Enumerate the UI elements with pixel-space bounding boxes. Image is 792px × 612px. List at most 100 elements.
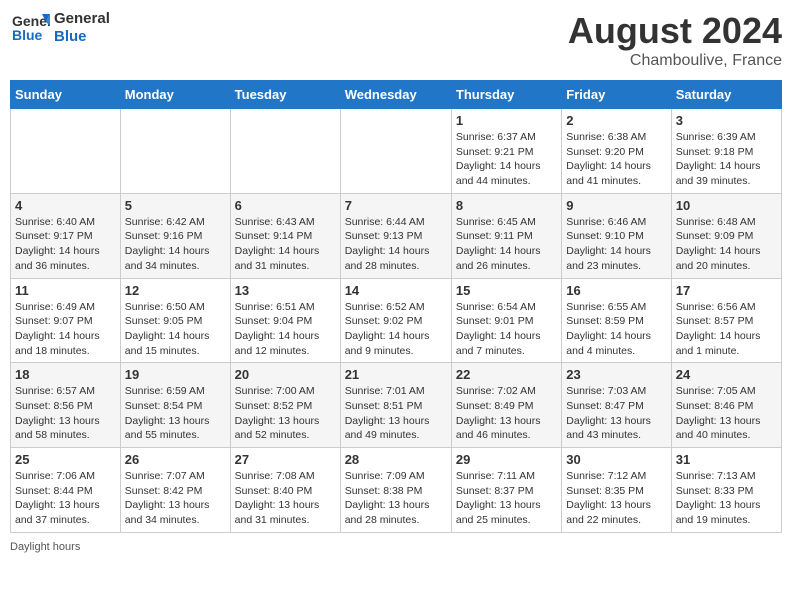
calendar-cell: 29 Sunrise: 7:11 AM Sunset: 8:37 PM Dayli… xyxy=(451,448,561,533)
day-info: Sunrise: 6:37 AM Sunset: 9:21 PM Dayligh… xyxy=(456,130,557,189)
week-row-0: 1 Sunrise: 6:37 AM Sunset: 9:21 PM Daylig… xyxy=(11,109,782,194)
day-number: 31 xyxy=(676,452,777,467)
day-info: Sunrise: 7:03 AM Sunset: 8:47 PM Dayligh… xyxy=(566,384,666,443)
calendar-cell: 24Sunrise: 7:05 AM Sunset: 8:46 PM Dayli… xyxy=(671,363,781,448)
logo-icon: General Blue xyxy=(10,10,50,46)
calendar-cell xyxy=(11,109,121,194)
day-info: Sunrise: 7:13 AM Sunset: 8:33 PM Dayligh… xyxy=(676,469,777,528)
calendar-cell xyxy=(230,109,340,194)
calendar-cell: 10 Sunrise: 6:48 AM Sunset: 9:09 PM Dayli… xyxy=(671,193,781,278)
day-info: Sunrise: 7:01 AM Sunset: 8:51 PM Dayligh… xyxy=(345,384,447,443)
day-info: Sunrise: 6:57 AM Sunset: 8:56 PM Dayligh… xyxy=(15,384,116,443)
header-wednesday: Wednesday xyxy=(340,81,451,109)
day-number: 9 xyxy=(566,198,666,213)
day-number: 30 xyxy=(566,452,666,467)
day-number: 3 xyxy=(676,113,777,128)
day-number: 1 xyxy=(456,113,557,128)
header-friday: Friday xyxy=(562,81,671,109)
day-number: 19 xyxy=(125,367,226,382)
calendar-header-row: SundayMondayTuesdayWednesdayThursdayFrid… xyxy=(11,81,782,109)
day-number: 11 xyxy=(15,283,116,298)
calendar-cell xyxy=(340,109,451,194)
calendar-cell: 27Sunrise: 7:08 AM Sunset: 8:40 PM Dayli… xyxy=(230,448,340,533)
week-row-4: 25 Sunrise: 7:06 AM Sunset: 8:44 PM Dayli… xyxy=(11,448,782,533)
header-monday: Monday xyxy=(120,81,230,109)
day-number: 7 xyxy=(345,198,447,213)
day-number: 18 xyxy=(15,367,116,382)
day-number: 27 xyxy=(235,452,336,467)
day-info: Sunrise: 6:54 AM Sunset: 9:01 PM Dayligh… xyxy=(456,300,557,359)
calendar-cell: 1 Sunrise: 6:37 AM Sunset: 9:21 PM Daylig… xyxy=(451,109,561,194)
calendar-cell: 11 Sunrise: 6:49 AM Sunset: 9:07 PM Dayli… xyxy=(11,278,121,363)
day-info: Sunrise: 6:49 AM Sunset: 9:07 PM Dayligh… xyxy=(15,300,116,359)
day-info: Sunrise: 7:05 AM Sunset: 8:46 PM Dayligh… xyxy=(676,384,777,443)
day-info: Sunrise: 7:11 AM Sunset: 8:37 PM Dayligh… xyxy=(456,469,557,528)
day-number: 25 xyxy=(15,452,116,467)
logo: General Blue General Blue xyxy=(10,10,110,46)
week-row-2: 11 Sunrise: 6:49 AM Sunset: 9:07 PM Dayli… xyxy=(11,278,782,363)
calendar-cell: 2 Sunrise: 6:38 AM Sunset: 9:20 PM Daylig… xyxy=(562,109,671,194)
day-number: 15 xyxy=(456,283,557,298)
calendar-cell: 30 Sunrise: 7:12 AM Sunset: 8:35 PM Dayli… xyxy=(562,448,671,533)
daylight-hours-label: Daylight hours xyxy=(10,541,80,553)
day-info: Sunrise: 6:38 AM Sunset: 9:20 PM Dayligh… xyxy=(566,130,666,189)
day-number: 5 xyxy=(125,198,226,213)
month-year-title: August 2024 xyxy=(568,10,782,52)
calendar-cell: 9 Sunrise: 6:46 AM Sunset: 9:10 PM Daylig… xyxy=(562,193,671,278)
location-subtitle: Chamboulive, France xyxy=(568,52,782,70)
day-info: Sunrise: 6:43 AM Sunset: 9:14 PM Dayligh… xyxy=(235,215,336,274)
day-info: Sunrise: 6:55 AM Sunset: 8:59 PM Dayligh… xyxy=(566,300,666,359)
day-number: 4 xyxy=(15,198,116,213)
week-row-1: 4 Sunrise: 6:40 AM Sunset: 9:17 PM Daylig… xyxy=(11,193,782,278)
day-number: 29 xyxy=(456,452,557,467)
day-info: Sunrise: 6:48 AM Sunset: 9:09 PM Dayligh… xyxy=(676,215,777,274)
day-number: 6 xyxy=(235,198,336,213)
day-info: Sunrise: 7:07 AM Sunset: 8:42 PM Dayligh… xyxy=(125,469,226,528)
logo-text: General Blue xyxy=(54,10,110,46)
calendar-cell: 3 Sunrise: 6:39 AM Sunset: 9:18 PM Daylig… xyxy=(671,109,781,194)
day-number: 26 xyxy=(125,452,226,467)
calendar-cell: 16 Sunrise: 6:55 AM Sunset: 8:59 PM Dayli… xyxy=(562,278,671,363)
day-info: Sunrise: 7:12 AM Sunset: 8:35 PM Dayligh… xyxy=(566,469,666,528)
calendar-cell: 14Sunrise: 6:52 AM Sunset: 9:02 PM Dayli… xyxy=(340,278,451,363)
day-number: 20 xyxy=(235,367,336,382)
calendar-cell: 7 Sunrise: 6:44 AM Sunset: 9:13 PM Daylig… xyxy=(340,193,451,278)
calendar-cell: 25 Sunrise: 7:06 AM Sunset: 8:44 PM Dayli… xyxy=(11,448,121,533)
day-info: Sunrise: 6:50 AM Sunset: 9:05 PM Dayligh… xyxy=(125,300,226,359)
calendar-cell: 21Sunrise: 7:01 AM Sunset: 8:51 PM Dayli… xyxy=(340,363,451,448)
calendar-cell: 5Sunrise: 6:42 AM Sunset: 9:16 PM Daylig… xyxy=(120,193,230,278)
day-info: Sunrise: 7:06 AM Sunset: 8:44 PM Dayligh… xyxy=(15,469,116,528)
day-number: 28 xyxy=(345,452,447,467)
day-info: Sunrise: 6:56 AM Sunset: 8:57 PM Dayligh… xyxy=(676,300,777,359)
calendar-cell: 8Sunrise: 6:45 AM Sunset: 9:11 PM Daylig… xyxy=(451,193,561,278)
calendar-cell: 28Sunrise: 7:09 AM Sunset: 8:38 PM Dayli… xyxy=(340,448,451,533)
calendar-cell: 19 Sunrise: 6:59 AM Sunset: 8:54 PM Dayli… xyxy=(120,363,230,448)
header-saturday: Saturday xyxy=(671,81,781,109)
day-number: 14 xyxy=(345,283,447,298)
week-row-3: 18 Sunrise: 6:57 AM Sunset: 8:56 PM Dayli… xyxy=(11,363,782,448)
calendar-cell: 15 Sunrise: 6:54 AM Sunset: 9:01 PM Dayli… xyxy=(451,278,561,363)
day-info: Sunrise: 6:40 AM Sunset: 9:17 PM Dayligh… xyxy=(15,215,116,274)
day-info: Sunrise: 6:46 AM Sunset: 9:10 PM Dayligh… xyxy=(566,215,666,274)
day-info: Sunrise: 6:59 AM Sunset: 8:54 PM Dayligh… xyxy=(125,384,226,443)
day-info: Sunrise: 7:02 AM Sunset: 8:49 PM Dayligh… xyxy=(456,384,557,443)
day-number: 17 xyxy=(676,283,777,298)
header-sunday: Sunday xyxy=(11,81,121,109)
day-number: 8 xyxy=(456,198,557,213)
day-number: 2 xyxy=(566,113,666,128)
calendar-table: SundayMondayTuesdayWednesdayThursdayFrid… xyxy=(10,80,782,533)
calendar-cell: 23 Sunrise: 7:03 AM Sunset: 8:47 PM Dayli… xyxy=(562,363,671,448)
day-number: 23 xyxy=(566,367,666,382)
svg-text:Blue: Blue xyxy=(12,27,43,43)
calendar-cell: 17 Sunrise: 6:56 AM Sunset: 8:57 PM Dayli… xyxy=(671,278,781,363)
calendar-cell: 31 Sunrise: 7:13 AM Sunset: 8:33 PM Dayli… xyxy=(671,448,781,533)
day-number: 12 xyxy=(125,283,226,298)
day-number: 16 xyxy=(566,283,666,298)
calendar-cell xyxy=(120,109,230,194)
day-number: 10 xyxy=(676,198,777,213)
calendar-cell: 20Sunrise: 7:00 AM Sunset: 8:52 PM Dayli… xyxy=(230,363,340,448)
calendar-cell: 6 Sunrise: 6:43 AM Sunset: 9:14 PM Daylig… xyxy=(230,193,340,278)
day-info: Sunrise: 6:51 AM Sunset: 9:04 PM Dayligh… xyxy=(235,300,336,359)
day-info: Sunrise: 6:39 AM Sunset: 9:18 PM Dayligh… xyxy=(676,130,777,189)
day-info: Sunrise: 6:44 AM Sunset: 9:13 PM Dayligh… xyxy=(345,215,447,274)
